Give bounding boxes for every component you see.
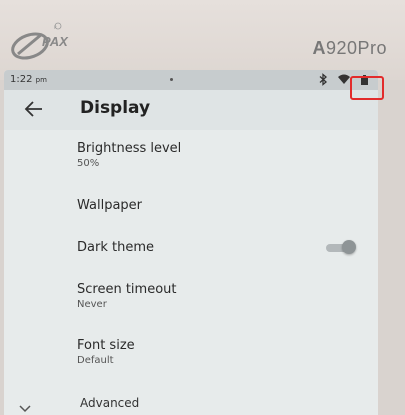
device-bezel: R PAX A920Pro	[0, 0, 405, 80]
setting-screen-timeout[interactable]: Screen timeout Never	[4, 272, 378, 328]
wifi-icon	[338, 74, 350, 84]
setting-title: Wallpaper	[77, 198, 143, 213]
arrow-left-icon[interactable]	[24, 100, 44, 118]
setting-title: Brightness level	[77, 141, 182, 156]
setting-title: Screen timeout	[77, 282, 177, 297]
toggle-thumb	[342, 240, 356, 254]
setting-advanced[interactable]: Advanced	[80, 396, 139, 410]
device-screen: 1:22 pm Display Brightness level 50% Wal…	[4, 70, 378, 415]
chevron-down-icon[interactable]	[18, 404, 32, 414]
status-time: 1:22 pm	[10, 74, 47, 85]
device-model: A920Pro	[312, 38, 387, 58]
svg-text:R: R	[54, 25, 57, 30]
status-bar: 1:22 pm	[4, 70, 378, 90]
setting-brightness-level[interactable]: Brightness level 50%	[4, 130, 378, 186]
setting-font-size[interactable]: Font size Default	[4, 328, 378, 384]
setting-wallpaper[interactable]: Wallpaper	[4, 186, 378, 228]
page-title: Display	[80, 98, 151, 118]
setting-value: Never	[77, 299, 107, 310]
bluetooth-icon	[319, 73, 327, 86]
dark-theme-toggle[interactable]	[326, 240, 356, 254]
setting-title: Font size	[77, 338, 135, 353]
battery-highlight-box	[350, 76, 384, 100]
setting-value: 50%	[77, 158, 100, 169]
setting-value: Default	[77, 355, 114, 366]
brand-name: PAX	[42, 34, 68, 49]
app-bar: Display	[4, 90, 378, 130]
settings-list: Brightness level 50% Wallpaper Dark them…	[4, 130, 378, 384]
notification-dot	[170, 78, 173, 81]
setting-dark-theme[interactable]: Dark theme	[4, 228, 378, 272]
